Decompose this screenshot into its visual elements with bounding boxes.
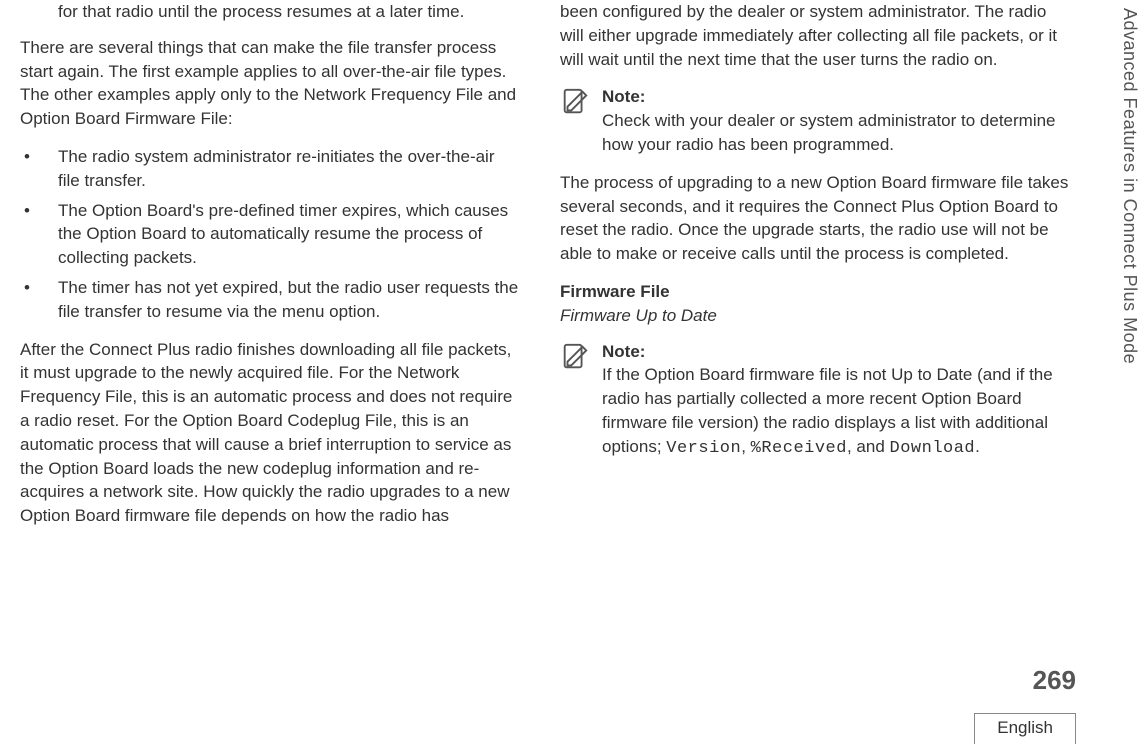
continuation-fragment: for that radio until the process resumes…: [58, 0, 520, 24]
bullet-list: The radio system administrator re-initia…: [20, 145, 520, 324]
list-item: The timer has not yet expired, but the r…: [20, 276, 520, 324]
paragraph: After the Connect Plus radio finishes do…: [20, 338, 520, 528]
code-text: Version: [666, 439, 741, 458]
note-icon: [560, 342, 590, 372]
firmware-heading: Firmware File Firmware Up to Date: [560, 280, 1070, 328]
firmware-title: Firmware File: [560, 280, 1070, 304]
page-number: 269: [1033, 665, 1076, 696]
code-text: Download: [890, 439, 976, 458]
paragraph: There are several things that can make t…: [20, 36, 520, 131]
note-block: Note: Check with your dealer or system a…: [560, 85, 1070, 156]
left-column: for that radio until the process resumes…: [20, 0, 520, 542]
code-text: %Received: [751, 439, 847, 458]
paragraph: The process of upgrading to a new Option…: [560, 171, 1070, 266]
side-tab-label: Advanced Features in Connect Plus Mode: [1119, 8, 1140, 364]
note-icon: [560, 87, 590, 117]
language-label: English: [974, 713, 1076, 744]
note-label: Note:: [602, 342, 645, 361]
note-body: Note: Check with your dealer or system a…: [602, 85, 1070, 156]
note-text: Check with your dealer or system adminis…: [602, 111, 1056, 154]
list-item: The Option Board's pre-defined timer exp…: [20, 199, 520, 270]
firmware-subtitle: Firmware Up to Date: [560, 304, 1070, 328]
continuation-fragment: been configured by the dealer or system …: [560, 0, 1070, 71]
note-block: Note: If the Option Board firmware file …: [560, 340, 1070, 461]
note-body: Note: If the Option Board firmware file …: [602, 340, 1070, 461]
list-item: The radio system administrator re-initia…: [20, 145, 520, 193]
right-column: been configured by the dealer or system …: [560, 0, 1070, 542]
note-label: Note:: [602, 87, 645, 106]
